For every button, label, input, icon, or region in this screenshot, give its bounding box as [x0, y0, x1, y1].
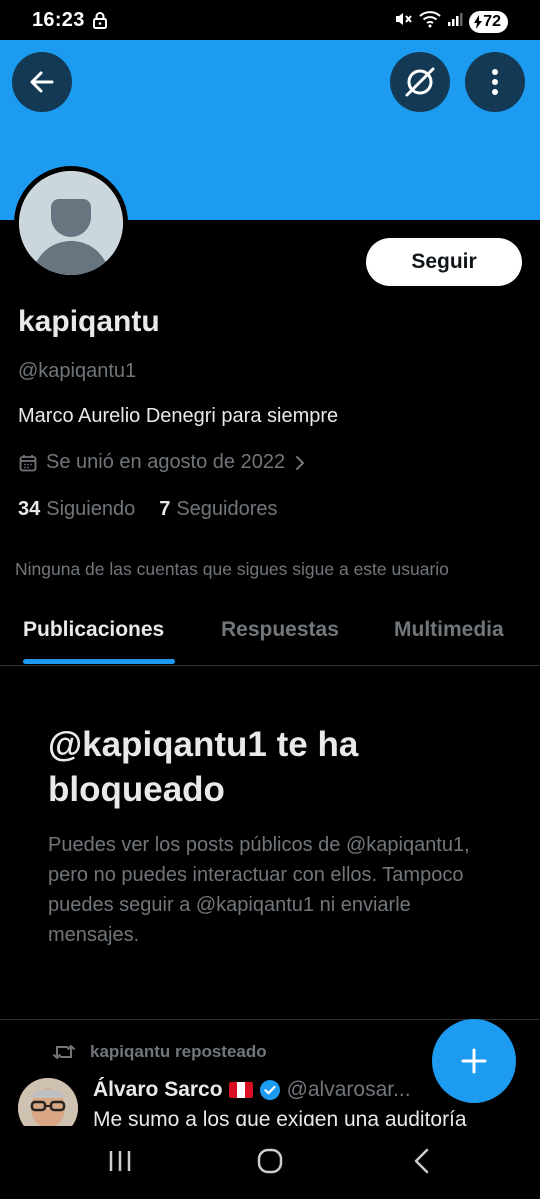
following-stat[interactable]: 34 Siguiendo [18, 498, 135, 521]
recents-icon [109, 1151, 131, 1171]
more-options-button[interactable] [465, 52, 525, 112]
display-name: kapiqantu [18, 305, 160, 338]
follow-stats: 34 Siguiendo 7 Seguidores [18, 498, 278, 521]
tweet-author-name[interactable]: Álvaro Sarco [93, 1078, 223, 1102]
join-date[interactable]: Se unió en agosto de 2022 [18, 451, 307, 474]
grok-icon [405, 67, 435, 97]
divider [0, 1019, 540, 1020]
calendar-icon [19, 454, 37, 471]
tweet-header: Álvaro Sarco @alvarosar... [93, 1078, 411, 1102]
battery-level: 72 [483, 12, 501, 30]
verified-badge-icon [259, 1080, 280, 1100]
arrow-left-icon [30, 71, 54, 93]
follow-button[interactable]: Seguir [366, 238, 522, 286]
followers-label: Seguidores [176, 498, 278, 520]
mute-icon [393, 9, 413, 34]
repost-icon [52, 1044, 76, 1060]
wifi-icon [419, 10, 441, 33]
followers-count: 7 [159, 498, 171, 520]
tab-media[interactable]: Multimedia [394, 618, 504, 642]
status-icons: 72 [393, 9, 508, 34]
back-nav-button[interactable] [412, 1148, 432, 1179]
more-vertical-icon [492, 69, 498, 95]
repost-indicator: kapiqantu reposteado [52, 1042, 267, 1062]
lock-icon [92, 11, 108, 34]
charging-icon [474, 14, 483, 29]
repost-label: kapiqantu reposteado [90, 1042, 267, 1061]
chevron-right-icon [296, 455, 305, 470]
user-handle: @kapiqantu1 [18, 360, 137, 382]
followers-stat[interactable]: 7 Seguidores [159, 498, 277, 521]
following-count: 34 [18, 498, 41, 520]
active-tab-indicator [23, 659, 175, 664]
tweet-author-handle: @alvarosar... [286, 1078, 411, 1101]
plus-icon [461, 1048, 487, 1074]
default-avatar-icon [19, 171, 123, 275]
blocked-title: @kapiqantu1 te ha bloqueado [48, 725, 359, 809]
profile-avatar[interactable] [14, 166, 128, 280]
recents-button[interactable] [107, 1148, 133, 1179]
home-button[interactable] [257, 1148, 283, 1179]
back-nav-icon [414, 1148, 429, 1174]
battery-indicator: 72 [469, 10, 508, 33]
grok-button[interactable] [390, 52, 450, 112]
back-button[interactable] [12, 52, 72, 112]
profile-tabs: Publicaciones Respuestas Multimedia [0, 600, 540, 666]
system-nav-bar [0, 1126, 540, 1199]
peru-flag-icon [228, 1082, 253, 1098]
join-date-label: Se unió en agosto de 2022 [46, 451, 286, 473]
signal-icon [447, 11, 463, 32]
bio: Marco Aurelio Denegri para siempre [18, 405, 339, 427]
status-bar: 16:23 72 [0, 0, 540, 40]
compose-button[interactable] [432, 1019, 516, 1103]
tab-posts[interactable]: Publicaciones [23, 618, 164, 642]
following-label: Siguiendo [46, 498, 136, 520]
blocked-description: Puedes ver los posts públicos de @kapiqa… [48, 834, 470, 946]
mutual-followers-note: Ninguna de las cuentas que sigues sigue … [15, 559, 449, 579]
status-time: 16:23 [32, 9, 85, 31]
tab-replies[interactable]: Respuestas [221, 618, 339, 642]
home-icon [257, 1148, 283, 1174]
